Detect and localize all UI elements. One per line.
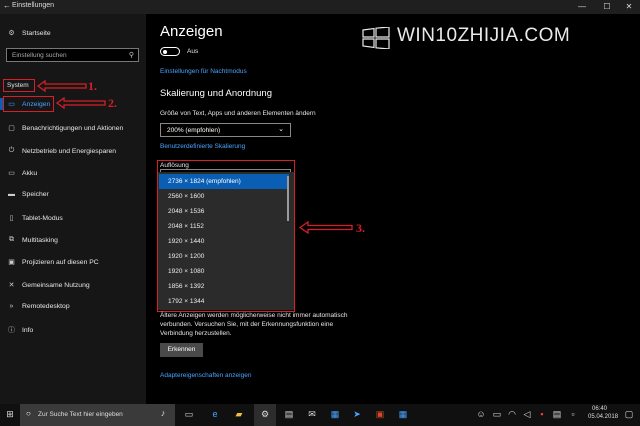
title-bar: ← Einstellungen — ☐ ✕ [0,0,640,14]
project-icon: ▣ [8,259,15,266]
remote-icon: » [9,303,14,310]
storage-icon: ▬ [8,191,15,198]
volume-icon[interactable]: ◁ [520,409,534,420]
detect-button[interactable]: Erkennen [160,343,203,357]
sidebar-item-label: Multitasking [22,236,58,244]
sidebar-item-anzeigen[interactable]: ▭ Anzeigen [7,100,51,109]
search-placeholder: Einstellung suchen [12,52,67,59]
sidebar-item-label: Tablet-Modus [22,214,63,222]
sidebar-item-netzbetrieb[interactable]: ⏻ Netzbetrieb und Energiesparen [7,147,116,155]
annotation-label-1: 1. [88,79,97,93]
scale-label: Größe von Text, Apps und anderen Element… [160,110,316,117]
sidebar-item-label: Remotedesktop [22,303,70,310]
tablet-icon: ▯ [9,215,14,222]
note-line-2: verbunden. Versuchen Sie, mit der Erkenn… [160,321,334,328]
section-title-scaling: Skalierung und Anordnung [160,88,272,99]
windows-logo-watermark [362,27,390,49]
close-button[interactable]: ✕ [619,0,639,14]
sidebar-item-benachrichtigungen[interactable]: ▢ Benachrichtigungen und Aktionen [7,124,124,133]
microphone-icon[interactable]: ♪ [156,408,170,418]
night-mode-settings-link[interactable]: Einstellungen für Nachtmodus [160,68,247,75]
sidebar-item-gemeinsame-nutzung[interactable]: ✕ Gemeinsame Nutzung [7,281,90,290]
annotation-box-resolution [157,160,295,312]
battery-icon: ▭ [8,170,15,177]
note-line-3: Verbindung herzustellen. [160,330,232,337]
multitasking-icon: ⧉ [9,236,14,243]
taskbar-search-box[interactable]: ○ Zur Suche Text hier eingeben [20,404,175,426]
settings-search-input[interactable]: Einstellung suchen ⚲ [6,48,139,62]
telegram-icon[interactable]: ➤ [350,409,364,420]
app-icon-blue[interactable]: ▦ [396,409,410,420]
language-icon[interactable]: ▫ [566,409,580,419]
adapter-properties-link[interactable]: Adaptereigenschaften anzeigen [160,372,251,379]
sidebar-item-label: Anzeigen [22,100,51,108]
sidebar-item-projizieren[interactable]: ▣ Projizieren auf diesen PC [7,258,99,267]
wifi-icon[interactable]: ◠ [505,409,519,420]
sidebar-item-label: Projizieren auf diesen PC [22,258,99,266]
power-icon: ⏻ [8,147,15,154]
chevron-down-icon: ⌄ [278,126,284,133]
sidebar-item-label: Benachrichtigungen und Aktionen [22,124,124,132]
app-icon-red[interactable]: ▣ [373,409,387,420]
sidebar [0,14,146,404]
note-line-1: Ältere Anzeigen werden möglicherweise ni… [160,312,348,319]
sidebar-item-label: Info [22,326,34,334]
sidebar-item-label: Gemeinsame Nutzung [22,281,90,289]
sidebar-item-akku[interactable]: ▭ Akku [7,169,38,178]
minimize-button[interactable]: — [572,0,592,14]
sidebar-item-label: Akku [22,169,38,177]
window-title: Einstellungen [12,2,55,9]
search-icon: ○ [26,409,31,418]
battery-tray-icon[interactable]: ▭ [490,409,504,420]
start-icon[interactable]: ⊞ [3,409,17,420]
page-title: Anzeigen [160,23,223,40]
keyboard-icon[interactable]: ▤ [550,409,564,420]
store-icon[interactable]: ▤ [282,409,296,420]
monitor-icon: ▭ [8,101,15,108]
taskbar: ⊞ ○ Zur Suche Text hier eingeben ♪ ▭ e ▰… [0,404,640,426]
night-mode-toggle[interactable] [160,47,180,56]
annotation-label-2: 2. [108,96,117,110]
watermark-text: WIN10ZHIJIA.COM [397,25,571,46]
notification-icon: ▢ [8,125,15,132]
sidebar-item-speicher[interactable]: ▬ Speicher [7,191,49,198]
search-icon: ⚲ [128,52,134,59]
sidebar-item-tablet-modus[interactable]: ▯ Tablet-Modus [7,214,63,223]
info-icon: ⓘ [8,327,15,334]
task-view-icon[interactable]: ▭ [182,409,196,420]
sidebar-item-label: Speicher [22,191,49,198]
back-arrow-icon[interactable]: ← [3,1,11,10]
toggle-state-label: Aus [187,48,199,55]
annotation-label-3: 3. [356,221,365,235]
sidebar-home-label: Startseite [22,29,51,37]
scale-dropdown-value: 200% (empfohlen) [167,127,221,134]
file-explorer-icon[interactable]: ▰ [232,409,246,420]
sidebar-home[interactable]: ⚙ Startseite [7,29,51,38]
share-icon: ✕ [8,282,15,289]
gear-icon[interactable]: ⚙ [258,409,272,420]
edge-icon[interactable]: e [208,409,222,419]
sidebar-item-remotedesktop[interactable]: » Remotedesktop [7,303,70,310]
people-icon[interactable]: ☺ [474,409,488,419]
annotation-arrow-2 [55,97,106,109]
annotation-arrow-1 [36,80,87,92]
taskbar-clock-time[interactable]: 06:40 [592,406,607,412]
action-center-icon[interactable]: ▢ [622,409,636,420]
mail-icon[interactable]: ✉ [305,409,319,420]
sidebar-item-label: Netzbetrieb und Energiesparen [22,147,117,155]
custom-scaling-link[interactable]: Benutzerdefinierte Skalierung [160,143,245,150]
sidebar-item-info[interactable]: ⓘ Info [7,325,33,335]
taskbar-search-placeholder: Zur Suche Text hier eingeben [38,411,123,418]
taskbar-clock-date[interactable]: 05.04.2018 [588,414,618,420]
annotation-arrow-3 [298,221,353,234]
photos-icon[interactable]: ▦ [328,409,342,420]
app-tray-icon[interactable]: ▪ [535,409,549,419]
sidebar-item-multitasking[interactable]: ⧉ Multitasking [7,236,58,244]
sidebar-section-system: System [7,82,29,89]
maximize-button[interactable]: ☐ [597,0,617,14]
gear-icon: ⚙ [8,30,15,37]
scale-dropdown[interactable]: 200% (empfohlen) ⌄ [160,123,291,137]
